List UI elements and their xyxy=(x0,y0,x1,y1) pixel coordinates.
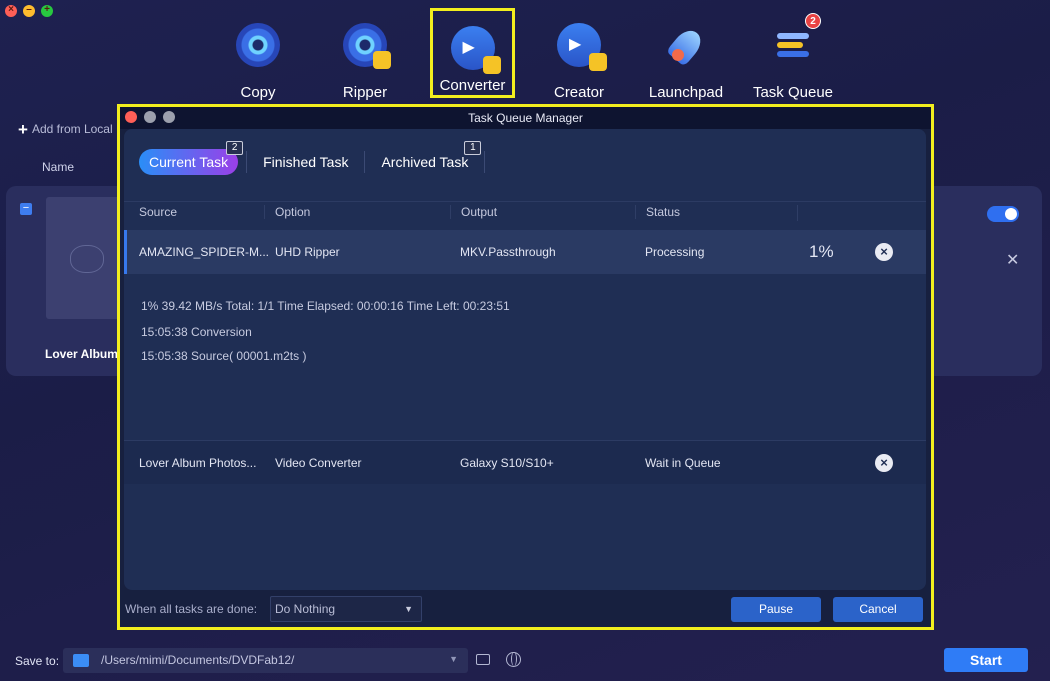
open-folder-icon[interactable] xyxy=(476,654,490,665)
folder-icon xyxy=(73,654,89,667)
nav-converter-label: Converter xyxy=(439,77,506,94)
row-source: AMAZING_SPIDER-M... xyxy=(139,245,270,259)
column-header-option: Option xyxy=(264,205,310,219)
when-done-select[interactable]: Do Nothing ▼ xyxy=(270,596,422,622)
ripper-disc-icon xyxy=(343,23,391,69)
nav-task-queue[interactable]: Task Queue xyxy=(745,8,841,101)
collapse-icon[interactable]: − xyxy=(20,203,32,215)
thumbnail-placeholder xyxy=(46,197,126,319)
nav-ripper-label: Ripper xyxy=(342,84,388,101)
tab-divider xyxy=(484,151,486,173)
toggle-switch[interactable] xyxy=(987,206,1019,222)
column-header-status: Status xyxy=(635,205,680,219)
window-controls xyxy=(5,4,53,17)
pause-button[interactable]: Pause xyxy=(731,597,821,622)
column-header-output: Output xyxy=(450,205,497,219)
row-output: MKV.Passthrough xyxy=(460,245,556,259)
add-from-local-label: Add from Local xyxy=(31,122,113,136)
progress-details: 1% 39.42 MB/s Total: 1/1 Time Elapsed: 0… xyxy=(141,299,510,313)
tab-archived-task[interactable]: Archived Task 1 xyxy=(373,141,482,175)
remove-task-button[interactable]: × xyxy=(875,454,893,472)
remove-task-icon[interactable]: ✕ xyxy=(1006,250,1019,270)
row-progress: 1% xyxy=(809,242,834,261)
row-status: Wait in Queue xyxy=(645,456,721,470)
log-line: 15:05:38 Conversion xyxy=(141,325,252,339)
table-row[interactable]: Lover Album Photos... Video Converter Ga… xyxy=(124,440,926,484)
row-option: UHD Ripper xyxy=(275,245,340,259)
nav-copy[interactable]: Copy xyxy=(210,8,306,101)
nav-launchpad-label: Launchpad xyxy=(648,84,724,101)
tab-current-task-label: Current Task xyxy=(149,154,229,170)
dialog-titlebar: Task Queue Manager xyxy=(120,107,931,129)
chevron-down-icon: ▼ xyxy=(449,654,458,664)
nav-task-queue-label: Task Queue xyxy=(752,84,834,101)
close-window-button[interactable] xyxy=(5,4,17,17)
table-header: Source Option Output Status xyxy=(124,201,926,225)
row-option: Video Converter xyxy=(275,456,362,470)
top-navigation: Copy Ripper Converter Creator Launchpad … xyxy=(200,0,850,101)
table-row[interactable]: AMAZING_SPIDER-M... UHD Ripper MKV.Passt… xyxy=(124,230,926,274)
when-done-label: When all tasks are done: xyxy=(125,602,258,616)
tab-divider xyxy=(246,151,248,173)
row-output: Galaxy S10/S10+ xyxy=(460,456,554,470)
when-done-value: Do Nothing xyxy=(275,602,336,616)
rocket-icon xyxy=(664,23,708,67)
add-from-local-button[interactable]: + Add from Local xyxy=(18,120,113,140)
cancel-button[interactable]: Cancel xyxy=(833,597,923,622)
task-queue-manager-dialog: Task Queue Manager Current Task 2 Finish… xyxy=(120,107,931,627)
task-panel: Current Task 2 Finished Task Archived Ta… xyxy=(124,129,926,590)
copy-disc-icon xyxy=(236,23,280,67)
globe-icon[interactable] xyxy=(506,652,521,667)
creator-film-icon xyxy=(557,23,607,71)
nav-ripper[interactable]: Ripper xyxy=(317,8,413,101)
task-card-title: Lover Album xyxy=(45,347,118,361)
nav-creator-label: Creator xyxy=(553,84,605,101)
save-to-label: Save to: xyxy=(15,654,60,668)
plus-icon: + xyxy=(18,120,28,139)
row-status: Processing xyxy=(645,245,705,259)
tab-archived-task-label: Archived Task xyxy=(381,154,469,170)
start-button[interactable]: Start xyxy=(944,648,1028,672)
nav-converter[interactable]: Converter xyxy=(430,8,515,98)
column-header-name: Name xyxy=(42,160,75,174)
task-queue-icon xyxy=(771,23,815,67)
tab-finished-task[interactable]: Finished Task xyxy=(255,149,356,175)
log-line: 15:05:38 Source( 00001.m2ts ) xyxy=(141,349,307,363)
task-tabs: Current Task 2 Finished Task Archived Ta… xyxy=(139,141,493,176)
minimize-window-button[interactable] xyxy=(23,4,35,17)
task-queue-count-badge: 2 xyxy=(805,13,821,29)
column-header-source: Source xyxy=(139,205,178,219)
converter-film-icon xyxy=(450,26,501,74)
nav-copy-label: Copy xyxy=(240,84,276,101)
row-source: Lover Album Photos... xyxy=(139,456,257,470)
tab-current-task-badge: 2 xyxy=(226,141,244,155)
chevron-down-icon: ▼ xyxy=(404,604,413,614)
remove-task-button[interactable]: × xyxy=(875,243,893,261)
tab-archived-task-badge: 1 xyxy=(464,141,482,155)
save-path-select[interactable]: /Users/mimi/Documents/DVDFab12/ ▼ xyxy=(63,648,468,673)
column-divider xyxy=(797,205,808,221)
tab-finished-task-label: Finished Task xyxy=(263,154,349,170)
nav-launchpad[interactable]: Launchpad xyxy=(638,8,734,101)
tab-divider xyxy=(364,151,366,173)
tab-current-task[interactable]: Current Task 2 xyxy=(139,141,244,175)
save-path-value: /Users/mimi/Documents/DVDFab12/ xyxy=(101,653,295,667)
zoom-window-button[interactable] xyxy=(41,4,53,17)
nav-creator[interactable]: Creator xyxy=(531,8,627,101)
dialog-title: Task Queue Manager xyxy=(468,111,583,125)
